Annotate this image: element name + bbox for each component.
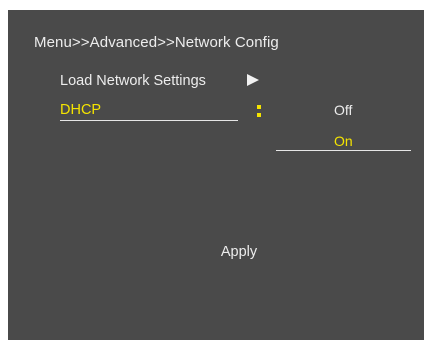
dhcp-option-off[interactable]: Off [334, 102, 352, 118]
menu-item-label: DHCP [60, 102, 238, 121]
colon-separator-icon [257, 105, 261, 121]
dhcp-option-on[interactable]: On [334, 133, 353, 149]
play-arrow-icon [247, 74, 259, 86]
osd-menu-panel: Menu>>Advanced>>Network Config Load Netw… [8, 10, 424, 340]
selection-underline [276, 150, 411, 151]
menu-item-load-network-settings[interactable]: Load Network Settings [60, 73, 275, 95]
apply-button[interactable]: Apply [8, 244, 431, 260]
menu-item-label: Load Network Settings [60, 73, 206, 89]
breadcrumb: Menu>>Advanced>>Network Config [34, 34, 279, 51]
menu-item-dhcp[interactable]: DHCP [60, 102, 275, 126]
